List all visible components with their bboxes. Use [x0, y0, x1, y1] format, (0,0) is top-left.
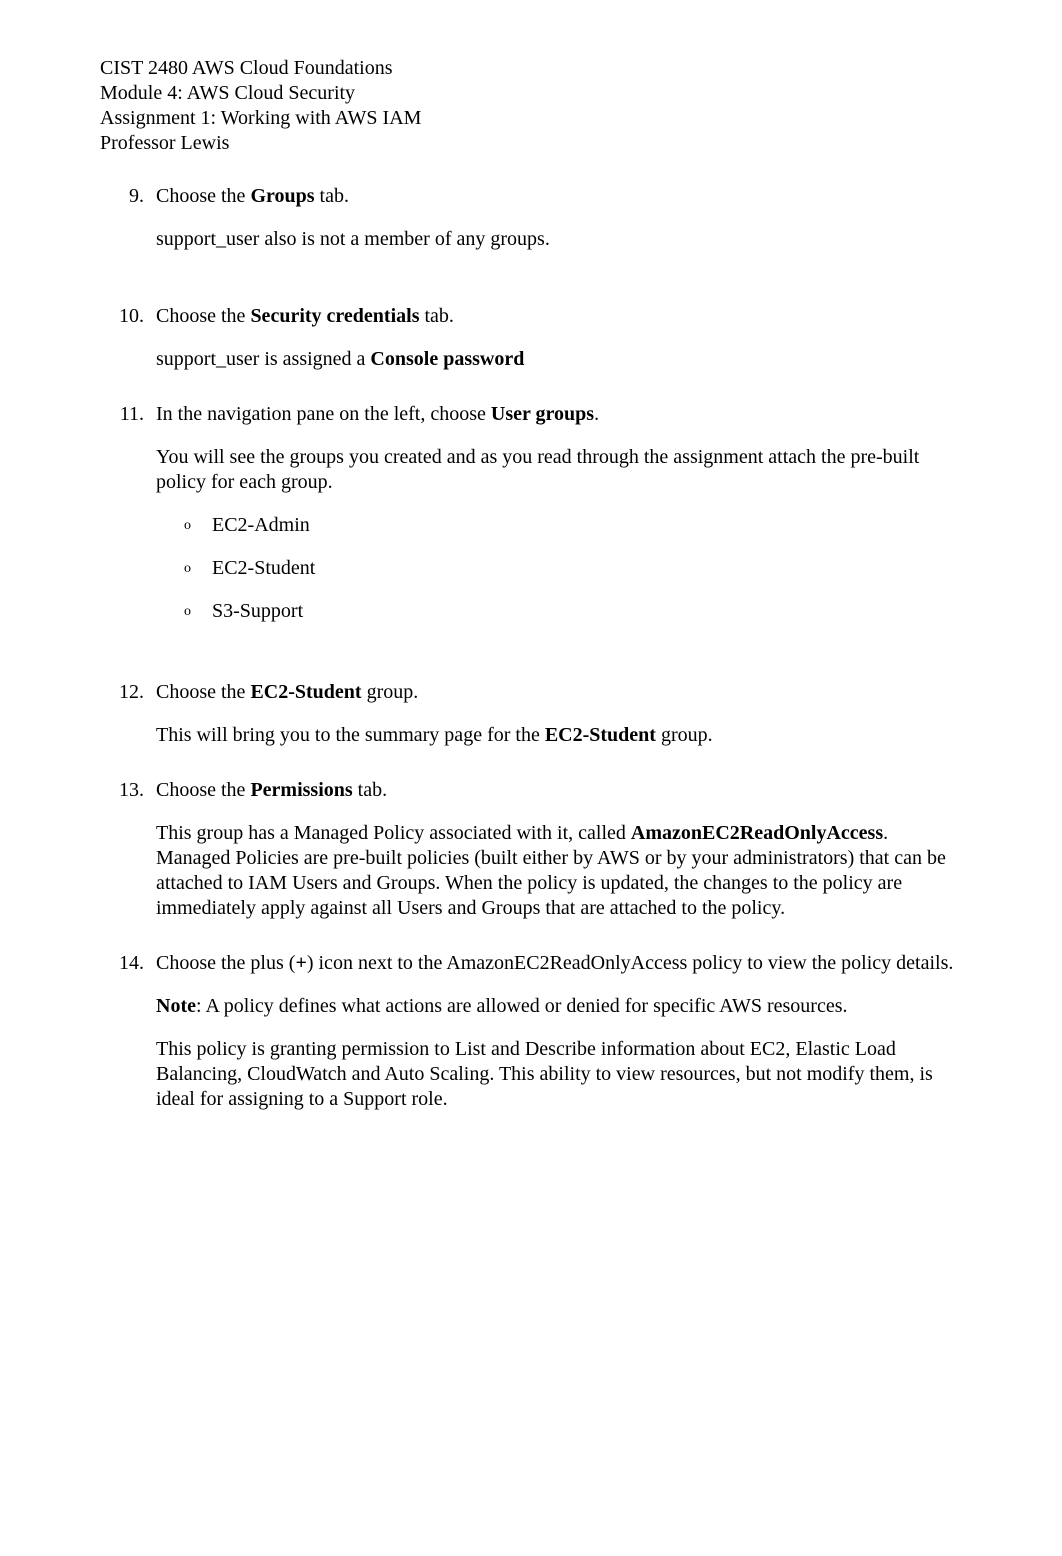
sub-item: o S3-Support [184, 599, 962, 624]
paragraph: This will bring you to the summary page … [156, 723, 962, 748]
header-professor: Professor Lewis [100, 131, 962, 156]
item-number: 11. [100, 402, 156, 642]
paragraph: support_user is assigned a Console passw… [156, 347, 962, 372]
bold-text: Console password [370, 348, 524, 370]
text: tab. [353, 779, 387, 801]
text: group. [656, 724, 713, 746]
bold-text: Note [156, 995, 196, 1017]
instruction-list: 9. Choose the Groups tab. support_user a… [100, 184, 962, 1112]
text: group. [362, 681, 419, 703]
header-module: Module 4: AWS Cloud Security [100, 81, 962, 106]
text: Choose the plus ( [156, 952, 295, 974]
item-body: Choose the plus (+) icon next to the Ama… [156, 951, 962, 1112]
bold-text: Groups [250, 185, 314, 207]
paragraph: Note: A policy defines what actions are … [156, 994, 962, 1019]
item-number: 10. [100, 304, 156, 372]
item-body: Choose the Permissions tab. This group h… [156, 778, 962, 921]
bullet-marker: o [184, 556, 212, 581]
list-item-9: 9. Choose the Groups tab. support_user a… [100, 184, 962, 252]
text: This will bring you to the summary page … [156, 724, 545, 746]
bold-text: EC2-Student [545, 724, 656, 746]
bullet-marker: o [184, 599, 212, 624]
list-item-12: 12. Choose the EC2-Student group. This w… [100, 680, 962, 748]
paragraph: Choose the Permissions tab. [156, 778, 962, 803]
text: In the navigation pane on the left, choo… [156, 403, 491, 425]
text: This group has a Managed Policy associat… [156, 822, 631, 844]
item-body: In the navigation pane on the left, choo… [156, 402, 962, 642]
bold-text: EC2-Student [250, 681, 361, 703]
text: . [594, 403, 599, 425]
sub-item: o EC2-Student [184, 556, 962, 581]
text: Choose the [156, 185, 250, 207]
item-number: 12. [100, 680, 156, 748]
item-body: Choose the EC2-Student group. This will … [156, 680, 962, 748]
list-item-11: 11. In the navigation pane on the left, … [100, 402, 962, 642]
paragraph: Choose the EC2-Student group. [156, 680, 962, 705]
text: tab. [419, 305, 453, 327]
text: Choose the [156, 779, 250, 801]
text: support_user is assigned a [156, 348, 370, 370]
paragraph: Choose the Groups tab. [156, 184, 962, 209]
list-item-10: 10. Choose the Security credentials tab.… [100, 304, 962, 372]
sub-item: o EC2-Admin [184, 513, 962, 538]
bullet-marker: o [184, 513, 212, 538]
paragraph: Choose the Security credentials tab. [156, 304, 962, 329]
header-assignment: Assignment 1: Working with AWS IAM [100, 106, 962, 131]
list-item-14: 14. Choose the plus (+) icon next to the… [100, 951, 962, 1112]
bold-text: AmazonEC2ReadOnlyAccess [631, 822, 883, 844]
text: Choose the [156, 305, 250, 327]
text: Choose the [156, 681, 250, 703]
sub-list: o EC2-Admin o EC2-Student o S3-Support [156, 513, 962, 624]
sub-item-text: EC2-Student [212, 556, 315, 581]
header-course: CIST 2480 AWS Cloud Foundations [100, 56, 962, 81]
item-number: 9. [100, 184, 156, 252]
paragraph: This policy is granting permission to Li… [156, 1037, 962, 1112]
item-body: Choose the Groups tab. support_user also… [156, 184, 962, 252]
text: ) icon next to the AmazonEC2ReadOnlyAcce… [307, 952, 954, 974]
paragraph: You will see the groups you created and … [156, 445, 962, 495]
sub-item-text: S3-Support [212, 599, 303, 624]
bold-text: + [295, 952, 306, 974]
bold-text: Security credentials [250, 305, 419, 327]
text: tab. [315, 185, 349, 207]
item-number: 13. [100, 778, 156, 921]
item-number: 14. [100, 951, 156, 1112]
paragraph: Choose the plus (+) icon next to the Ama… [156, 951, 962, 976]
bold-text: Permissions [250, 779, 352, 801]
bold-text: User groups [491, 403, 594, 425]
paragraph: support_user also is not a member of any… [156, 227, 962, 252]
sub-item-text: EC2-Admin [212, 513, 310, 538]
paragraph: This group has a Managed Policy associat… [156, 821, 962, 921]
paragraph: In the navigation pane on the left, choo… [156, 402, 962, 427]
document-header: CIST 2480 AWS Cloud Foundations Module 4… [100, 56, 962, 156]
text: : A policy defines what actions are allo… [196, 995, 848, 1017]
item-body: Choose the Security credentials tab. sup… [156, 304, 962, 372]
list-item-13: 13. Choose the Permissions tab. This gro… [100, 778, 962, 921]
